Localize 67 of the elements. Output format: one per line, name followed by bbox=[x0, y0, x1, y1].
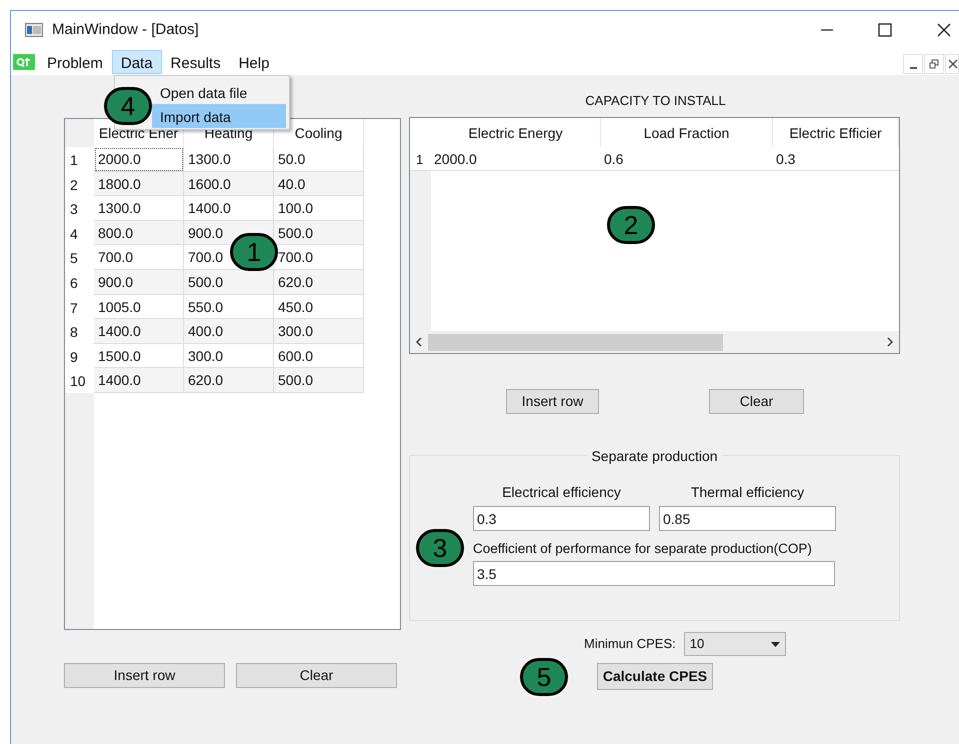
field-label: Coefficient of performance for separate production(COP) bbox=[473, 540, 813, 558]
table-cell-text: 0.3 bbox=[775, 150, 796, 169]
push-button[interactable]: Clear bbox=[709, 389, 804, 414]
table-cell: 1800.0 bbox=[94, 172, 184, 196]
table-cell: 2000.0 bbox=[94, 147, 184, 172]
input-field[interactable]: 0.3 bbox=[473, 506, 650, 531]
push-button[interactable]: Calculate CPES bbox=[597, 663, 713, 690]
menu-item[interactable]: Import data bbox=[152, 104, 286, 128]
section-title: CAPACITY TO INSTALL bbox=[584, 92, 727, 110]
maximize-icon[interactable] bbox=[878, 23, 892, 37]
field-label: Thermal efficiency bbox=[690, 483, 804, 502]
table-cell: 1600.0 bbox=[184, 172, 274, 196]
scroll-left-icon[interactable] bbox=[414, 337, 424, 347]
column-header[interactable]: Electric Energy bbox=[431, 118, 601, 147]
table-cell: 550.0 bbox=[184, 294, 274, 320]
table-cell: 900.0 bbox=[94, 270, 184, 295]
table-cell-text: 2000.0 bbox=[433, 150, 478, 169]
menu-item[interactable]: Problem bbox=[38, 50, 112, 74]
table-cell: 600.0 bbox=[274, 344, 364, 368]
column-header[interactable]: Load Fraction bbox=[601, 118, 773, 147]
table-cell: 300.0 bbox=[274, 319, 364, 344]
table-cell: 1300.0 bbox=[94, 196, 184, 221]
minimize-icon[interactable] bbox=[903, 54, 923, 74]
table-cell: 450.0 bbox=[274, 294, 364, 320]
table-cell: 700.0 bbox=[94, 245, 184, 270]
table-cell: 100.0 bbox=[274, 196, 364, 221]
dropdown[interactable]: 10 bbox=[684, 632, 786, 656]
push-button[interactable]: Clear bbox=[236, 663, 397, 688]
scroll-thumb[interactable] bbox=[428, 334, 723, 350]
close-icon[interactable] bbox=[937, 23, 951, 37]
row-number: 1 bbox=[415, 151, 424, 169]
field-label: Minimun CPES: bbox=[584, 635, 676, 654]
menu-item[interactable]: Results bbox=[162, 50, 230, 74]
input-field[interactable]: 3.5 bbox=[473, 561, 835, 586]
table-cell: 400.0 bbox=[184, 319, 274, 344]
table-cell: 1500.0 bbox=[94, 344, 184, 368]
scroll-right-icon[interactable] bbox=[885, 337, 895, 347]
table-cell: 1005.0 bbox=[94, 294, 184, 320]
window-icon bbox=[25, 23, 43, 37]
restore-icon[interactable] bbox=[924, 54, 944, 74]
table-cell: 1400.0 bbox=[94, 368, 184, 393]
horizontal-scrollbar[interactable] bbox=[410, 331, 899, 353]
input-field[interactable]: 0.85 bbox=[659, 506, 836, 531]
push-button[interactable]: Insert row bbox=[64, 663, 225, 688]
table-cell: 800.0 bbox=[94, 220, 184, 246]
table-cell: 500.0 bbox=[274, 220, 364, 246]
table-cell: 50.0 bbox=[274, 147, 364, 172]
menu-item[interactable]: Open data file bbox=[152, 80, 286, 104]
table-cell: 1400.0 bbox=[184, 196, 274, 221]
table-cell: 500.0 bbox=[184, 270, 274, 295]
table-cell: 40.0 bbox=[274, 172, 364, 196]
push-button[interactable]: Insert row bbox=[506, 389, 599, 414]
table-cell: 300.0 bbox=[184, 344, 274, 368]
corner-header bbox=[65, 119, 94, 147]
table-cell: 700.0 bbox=[274, 245, 364, 270]
table-cell: 500.0 bbox=[274, 368, 364, 393]
table-cell: 620.0 bbox=[184, 368, 274, 393]
window-title: MainWindow - [Datos] bbox=[52, 20, 199, 40]
table-cell-text: 0.6 bbox=[603, 150, 624, 169]
table-cell: 1400.0 bbox=[94, 319, 184, 344]
menu-item[interactable]: Data bbox=[112, 50, 162, 74]
table-cell: 1300.0 bbox=[184, 147, 274, 172]
caret-icon bbox=[770, 642, 780, 646]
menu-item[interactable]: Help bbox=[230, 50, 278, 74]
field-label: Electrical efficiency bbox=[502, 483, 621, 502]
table-cell: 620.0 bbox=[274, 270, 364, 295]
column-header[interactable]: Electric Efficier bbox=[773, 118, 899, 147]
